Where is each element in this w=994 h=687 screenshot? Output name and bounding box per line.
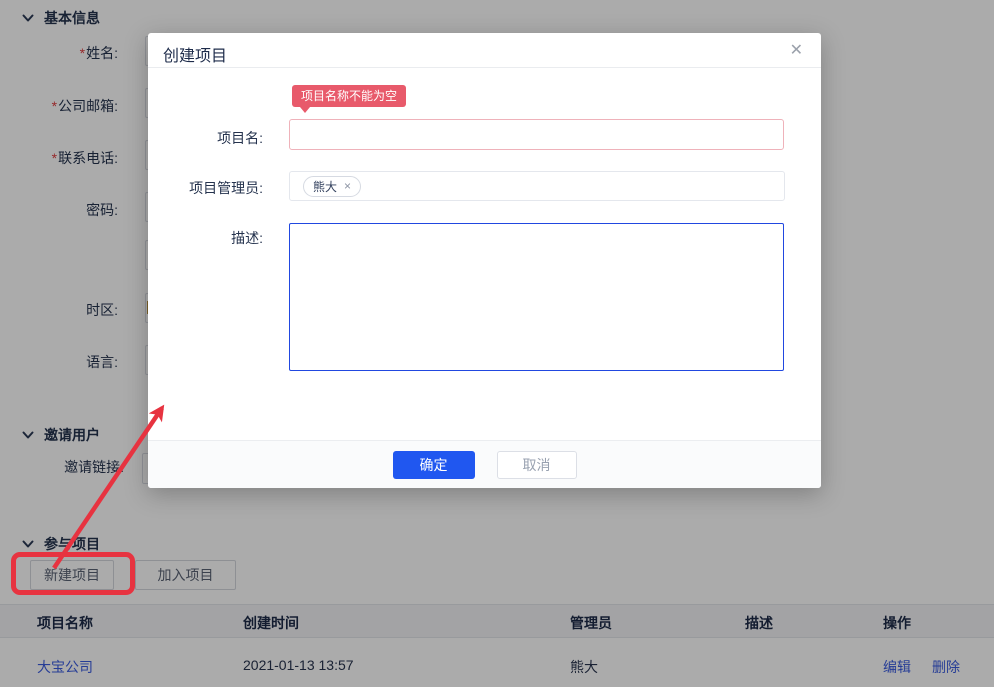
create-project-modal: 创建项目 ✕ 项目名称不能为空 项目名: 项目管理员: 熊大 × 描述: 确定 … [148, 33, 821, 488]
modal-title: 创建项目 [163, 42, 227, 66]
modal-header: 创建项目 ✕ [148, 33, 821, 68]
confirm-button[interactable]: 确定 [393, 451, 475, 479]
close-icon[interactable]: ✕ [790, 40, 803, 60]
description-label: 描述: [148, 228, 263, 248]
error-tooltip: 项目名称不能为空 [292, 85, 406, 107]
cancel-button[interactable]: 取消 [497, 451, 577, 479]
project-admin-label: 项目管理员: [148, 178, 263, 198]
tag-remove-icon[interactable]: × [344, 179, 351, 193]
description-textarea[interactable] [289, 223, 784, 371]
admin-tag-label: 熊大 [313, 178, 337, 195]
profile-settings-page: 基本信息 *姓名: *公司邮箱: *联系电话: 密码: 时区: 语言: 邀请用户… [0, 0, 994, 687]
project-name-input[interactable] [289, 119, 784, 150]
modal-footer: 确定 取消 [148, 440, 821, 488]
project-admin-select[interactable]: 熊大 × [289, 171, 785, 201]
project-name-label: 项目名: [148, 128, 263, 148]
admin-tag[interactable]: 熊大 × [303, 176, 361, 197]
error-tooltip-arrow [300, 107, 310, 113]
